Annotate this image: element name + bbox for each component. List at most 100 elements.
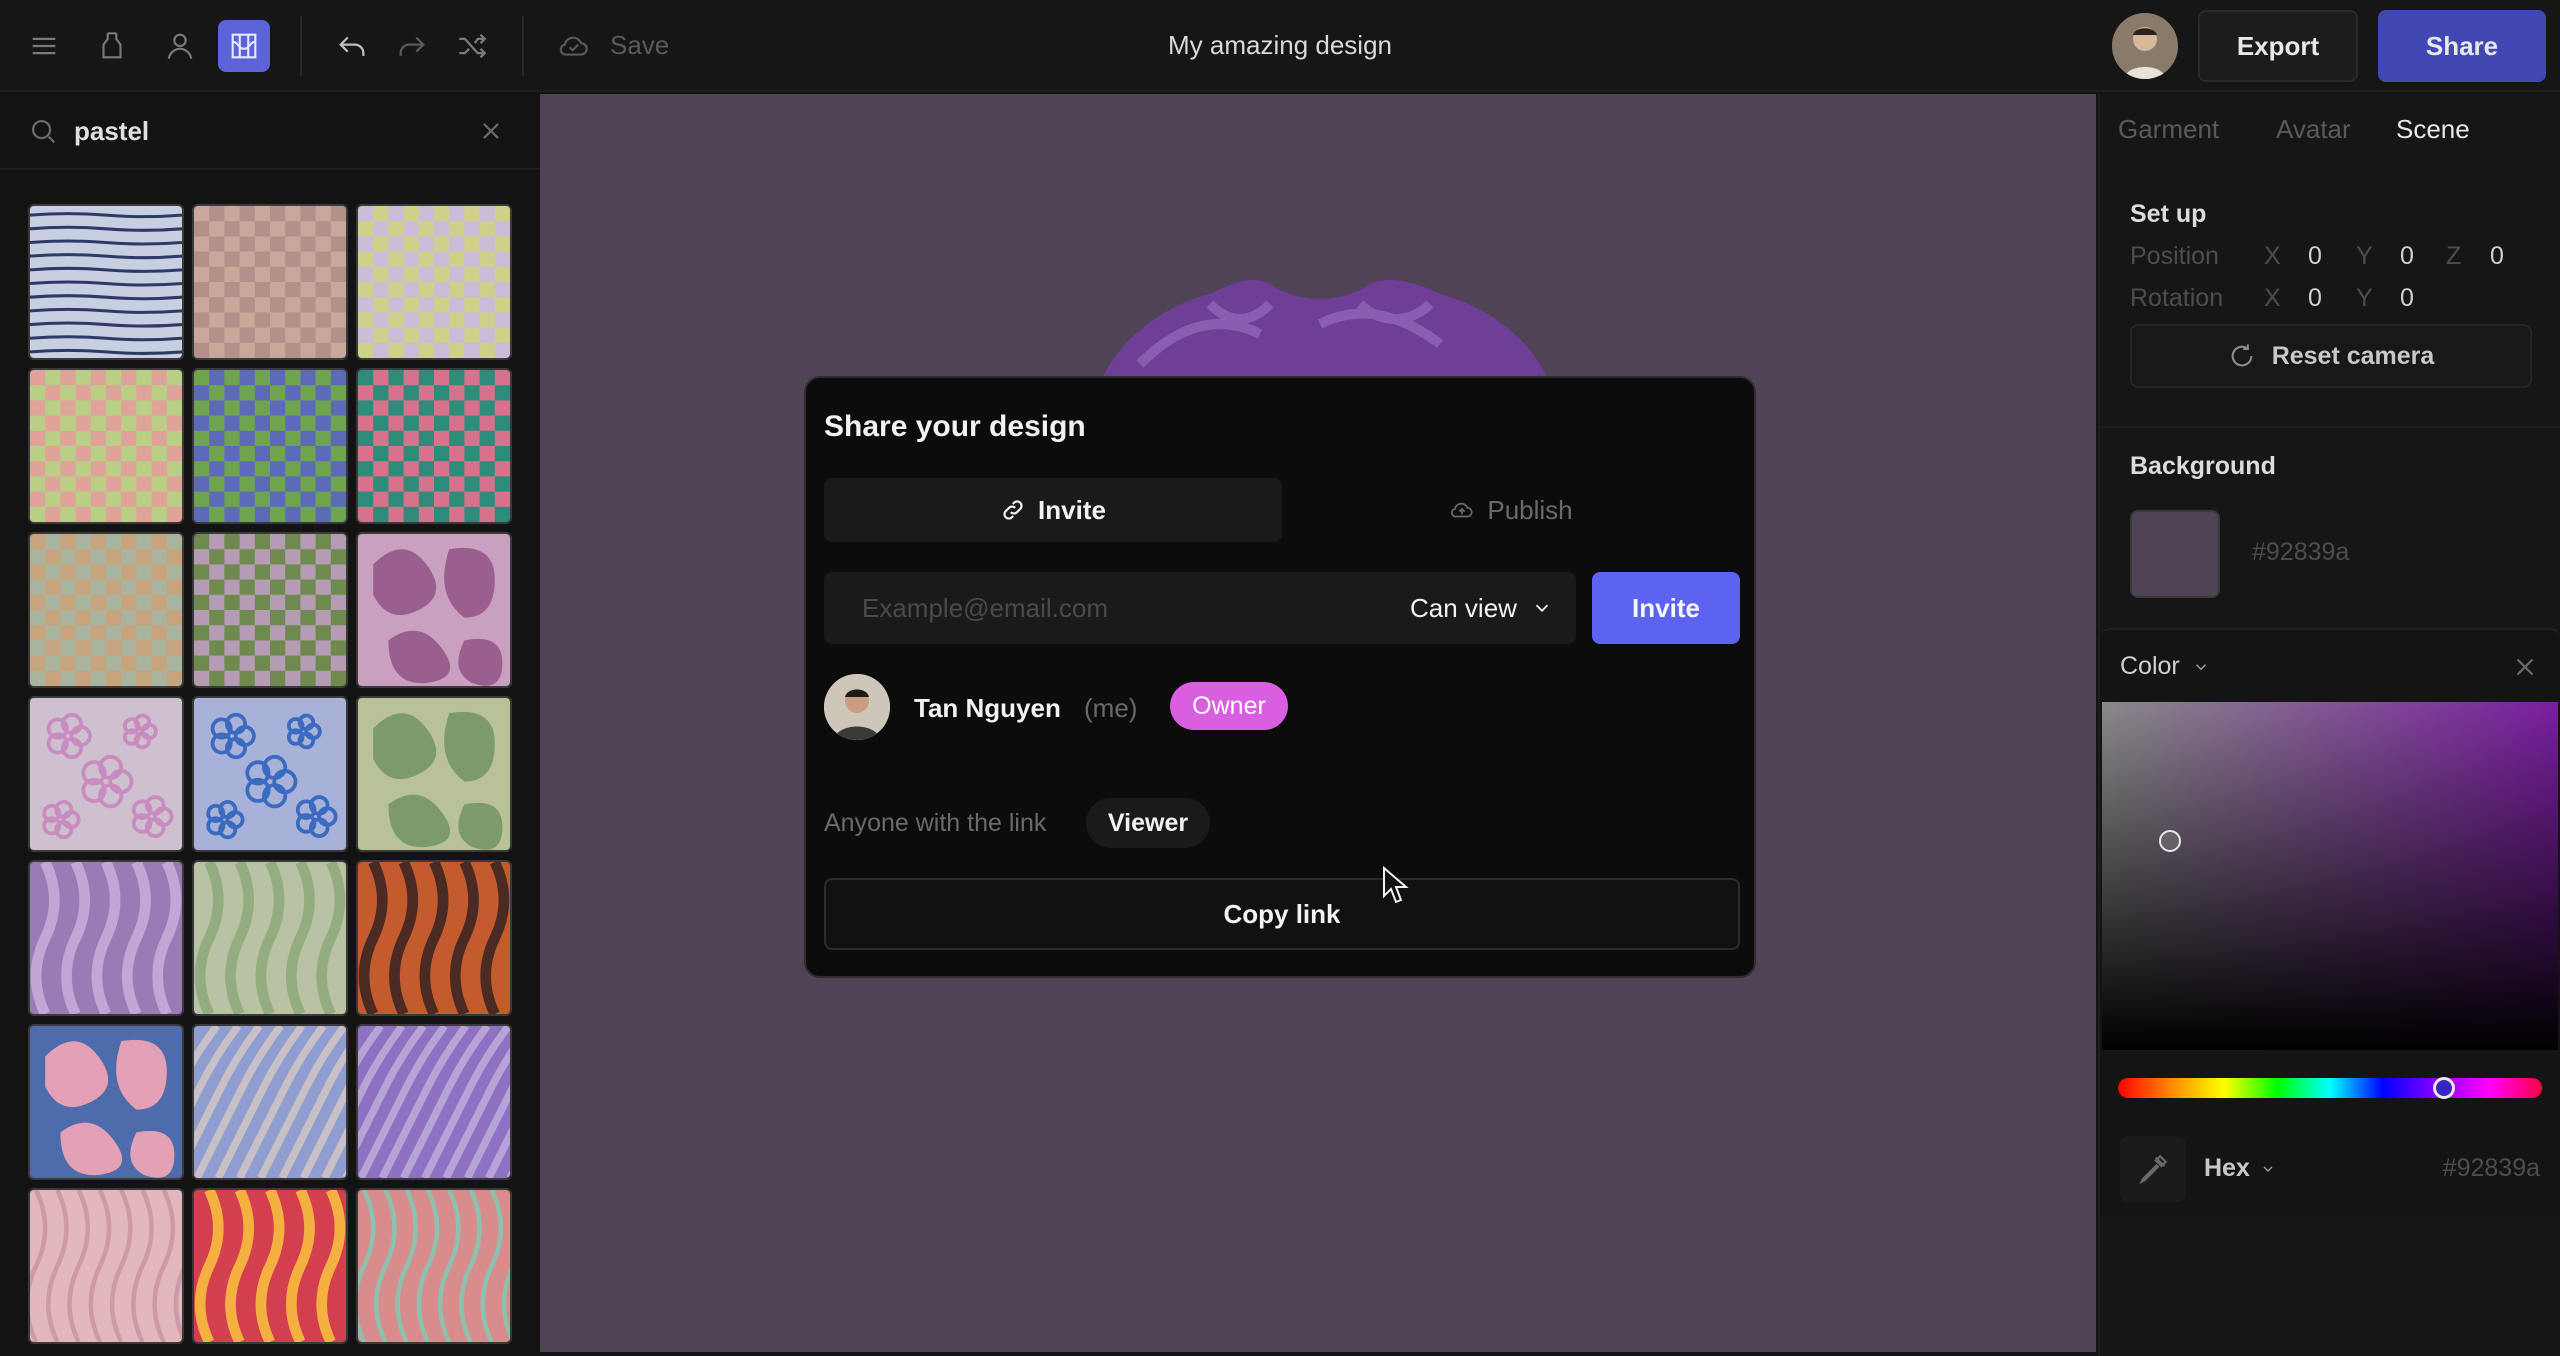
shuffle-icon[interactable] [446, 20, 498, 72]
background-color-swatch[interactable] [2130, 510, 2220, 598]
color-mode-dropdown[interactable]: Color [2120, 652, 2210, 681]
pattern-thumbnail[interactable] [356, 860, 512, 1016]
hex-value-field[interactable]: #92839a [2400, 1154, 2540, 1183]
share-button[interactable]: Share [2378, 10, 2546, 82]
pattern-thumbnail[interactable] [192, 204, 348, 360]
search-input[interactable]: pastel [74, 116, 149, 147]
avatar-icon[interactable] [154, 20, 206, 72]
mouse-cursor-icon [1383, 866, 1409, 904]
permission-dropdown[interactable]: Can view [1410, 572, 1553, 644]
link-role-dropdown[interactable]: Viewer [1086, 798, 1210, 848]
member-avatar [824, 674, 890, 740]
pattern-panel: pastel [0, 94, 540, 1356]
reset-camera-label: Reset camera [2271, 341, 2435, 370]
pattern-thumbnail[interactable] [356, 532, 512, 688]
member-me-label: (me) [1084, 693, 1138, 723]
refresh-icon [2231, 344, 2253, 367]
reset-camera-button[interactable]: Reset camera [2130, 324, 2532, 388]
position-x-field[interactable]: 0 [2308, 242, 2322, 271]
rotation-x-label: X [2264, 284, 2281, 312]
pattern-thumbnail[interactable] [28, 860, 184, 1016]
tab-invite-label: Invite [1038, 494, 1106, 525]
pattern-thumbnail[interactable] [356, 204, 512, 360]
dialog-title: Share your design [824, 410, 1086, 443]
position-z-field[interactable]: 0 [2490, 242, 2504, 271]
position-z-label: Z [2446, 242, 2462, 270]
permission-label: Can view [1410, 592, 1517, 623]
pattern-thumbnail[interactable] [28, 1188, 184, 1344]
redo-icon[interactable] [386, 20, 438, 72]
menu-icon[interactable] [18, 20, 70, 72]
pattern-thumbnail[interactable] [192, 696, 348, 852]
rotation-y-label: Y [2356, 284, 2373, 312]
rotation-label: Rotation [2130, 284, 2224, 312]
tab-scene[interactable]: Scene [2396, 114, 2470, 145]
color-picker-popover: Color Hex #92839a [2100, 628, 2560, 1218]
rotation-x-field[interactable]: 0 [2308, 284, 2322, 313]
position-y-label: Y [2356, 242, 2373, 270]
pattern-thumbnail[interactable] [28, 368, 184, 524]
eyedropper-icon [2139, 1154, 2168, 1185]
link-access-label: Anyone with the link [824, 809, 1047, 837]
eyedropper-button[interactable] [2120, 1136, 2186, 1202]
background-hex-field[interactable]: #92839a [2252, 538, 2349, 567]
pattern-thumbnail[interactable] [192, 1024, 348, 1180]
pattern-thumbnail[interactable] [356, 696, 512, 852]
rotation-y-field[interactable]: 0 [2400, 284, 2414, 313]
close-icon[interactable] [474, 114, 508, 148]
cloud-upload-icon [1451, 502, 1473, 518]
pattern-thumbnail[interactable] [356, 1188, 512, 1344]
invite-button[interactable]: Invite [1592, 572, 1740, 644]
app-window: Save My amazing design Export Share past… [0, 0, 2560, 1356]
tab-publish[interactable]: Publish [1282, 478, 1740, 542]
setup-heading: Set up [2130, 200, 2207, 228]
toolbar-divider [300, 16, 302, 76]
chevron-down-icon [2195, 663, 2206, 670]
hue-slider[interactable] [2118, 1078, 2542, 1098]
garment-preview [1100, 279, 1550, 384]
color-picker-title: Color [2120, 652, 2180, 680]
member-name: Tan Nguyen [914, 693, 1061, 723]
hex-mode-label: Hex [2204, 1154, 2250, 1182]
pattern-library-icon[interactable] [218, 20, 270, 72]
position-label: Position [2130, 242, 2219, 270]
tab-avatar[interactable]: Avatar [2276, 114, 2351, 145]
tab-garment[interactable]: Garment [2118, 114, 2219, 145]
position-y-field[interactable]: 0 [2400, 242, 2414, 271]
pattern-thumbnail[interactable] [192, 368, 348, 524]
background-heading: Background [2130, 452, 2276, 480]
share-dialog: Share your design Invite Publish Can vie… [804, 376, 1756, 978]
user-avatar[interactable] [2112, 13, 2178, 79]
pattern-thumbnail[interactable] [28, 204, 184, 360]
toolbar-divider [522, 16, 524, 76]
email-field[interactable] [862, 572, 1382, 644]
pattern-thumbnail[interactable] [192, 532, 348, 688]
position-x-label: X [2264, 242, 2281, 270]
hex-mode-dropdown[interactable]: Hex [2204, 1154, 2276, 1183]
chevron-down-icon [2263, 1166, 2273, 1172]
saturation-value-area[interactable] [2102, 702, 2558, 1050]
undo-icon[interactable] [326, 20, 378, 72]
save-button[interactable]: Save [610, 30, 669, 61]
section-divider [2100, 426, 2560, 428]
garment-icon[interactable] [86, 20, 138, 72]
cloud-save-icon [548, 20, 600, 72]
search-bar[interactable]: pastel [0, 94, 540, 170]
tab-publish-label: Publish [1487, 494, 1573, 525]
pattern-thumbnail[interactable] [356, 368, 512, 524]
tab-invite[interactable]: Invite [824, 478, 1282, 542]
export-button[interactable]: Export [2198, 10, 2358, 82]
document-title[interactable]: My amazing design [1000, 30, 1560, 61]
close-icon[interactable] [2510, 652, 2540, 682]
chevron-down-icon [1535, 604, 1549, 613]
pattern-thumbnail[interactable] [28, 1024, 184, 1180]
pattern-thumbnail[interactable] [192, 1188, 348, 1344]
pattern-thumbnail[interactable] [28, 532, 184, 688]
link-icon [1003, 500, 1023, 520]
invite-field-group: Can view [824, 572, 1576, 644]
share-tabs: Invite Publish [824, 478, 1738, 542]
copy-link-button[interactable]: Copy link [824, 878, 1740, 950]
pattern-thumbnail[interactable] [28, 696, 184, 852]
pattern-thumbnail[interactable] [192, 860, 348, 1016]
pattern-thumbnail[interactable] [356, 1024, 512, 1180]
